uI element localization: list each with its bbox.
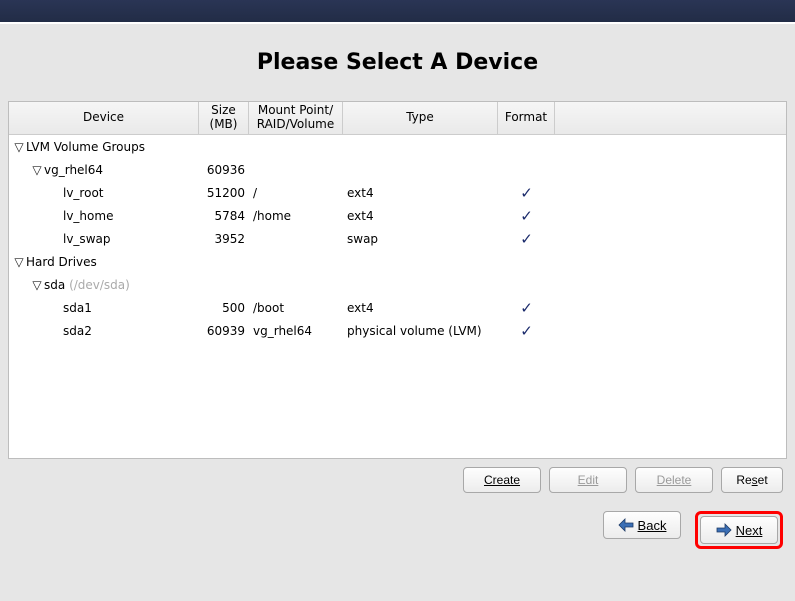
part-mount: /boot (249, 301, 343, 315)
col-mount[interactable]: Mount Point/ RAID/Volume (249, 102, 343, 134)
create-button[interactable]: Create (463, 467, 541, 493)
table-row[interactable]: sda2 60939 vg_rhel64 physical volume (LV… (9, 319, 786, 342)
col-size[interactable]: Size (MB) (199, 102, 249, 134)
format-check-icon: ✓ (498, 184, 555, 202)
part-type: physical volume (LVM) (343, 324, 498, 338)
part-name: sda2 (63, 324, 92, 338)
table-row[interactable]: sda1 500 /boot ext4 ✓ (9, 296, 786, 319)
next-button[interactable]: Next (700, 516, 778, 544)
page-title: Please Select A Device (8, 50, 787, 75)
expand-icon[interactable]: ▽ (31, 164, 43, 176)
col-device[interactable]: Device (9, 102, 199, 134)
group-row-lvm[interactable]: ▽ LVM Volume Groups (9, 135, 786, 158)
part-mount: vg_rhel64 (249, 324, 343, 338)
vg-row[interactable]: ▽ vg_rhel64 60936 (9, 158, 786, 181)
disk-row[interactable]: ▽ sda (/dev/sda) (9, 273, 786, 296)
window-top-band (0, 0, 795, 24)
vg-size: 60936 (199, 163, 249, 177)
lv-name: lv_swap (63, 232, 110, 246)
lv-mount: / (249, 186, 343, 200)
nav-bar: Back Next (0, 493, 795, 549)
lv-size: 51200 (199, 186, 249, 200)
table-row[interactable]: lv_home 5784 /home ext4 ✓ (9, 204, 786, 227)
delete-label: Delete (657, 473, 692, 487)
disk-path: (/dev/sda) (69, 278, 130, 292)
back-label: Back (638, 518, 667, 533)
part-type: ext4 (343, 301, 498, 315)
vg-name: vg_rhel64 (44, 163, 103, 177)
group-label: LVM Volume Groups (26, 140, 145, 154)
part-size: 500 (199, 301, 249, 315)
expand-icon[interactable]: ▽ (31, 279, 43, 291)
arrow-left-icon (618, 518, 634, 532)
lv-type: swap (343, 232, 498, 246)
reset-button[interactable]: Reset (721, 467, 783, 493)
lv-name: lv_root (63, 186, 104, 200)
expand-icon[interactable]: ▽ (13, 141, 25, 153)
reset-label: Reset (736, 473, 767, 487)
table-toolbar: Create Edit Delete Reset (8, 459, 787, 493)
format-check-icon: ✓ (498, 322, 555, 340)
format-check-icon: ✓ (498, 207, 555, 225)
device-table: Device Size (MB) Mount Point/ RAID/Volum… (8, 101, 787, 459)
col-format[interactable]: Format (498, 102, 555, 134)
create-label: Create (484, 473, 520, 487)
table-row[interactable]: lv_swap 3952 swap ✓ (9, 227, 786, 250)
part-size: 60939 (199, 324, 249, 338)
table-row[interactable]: lv_root 51200 / ext4 ✓ (9, 181, 786, 204)
back-button[interactable]: Back (603, 511, 681, 539)
group-label: Hard Drives (26, 255, 97, 269)
col-spacer (555, 102, 786, 134)
format-check-icon: ✓ (498, 230, 555, 248)
arrow-right-icon (716, 523, 732, 537)
lv-size: 5784 (199, 209, 249, 223)
format-check-icon: ✓ (498, 299, 555, 317)
table-body[interactable]: ▽ LVM Volume Groups ▽ vg_rhel64 60936 lv… (9, 135, 786, 458)
lv-type: ext4 (343, 209, 498, 223)
lv-name: lv_home (63, 209, 113, 223)
table-header-row: Device Size (MB) Mount Point/ RAID/Volum… (9, 102, 786, 135)
group-row-hd[interactable]: ▽ Hard Drives (9, 250, 786, 273)
edit-label: Edit (578, 473, 599, 487)
col-type[interactable]: Type (343, 102, 498, 134)
next-highlight: Next (695, 511, 783, 549)
expand-icon[interactable]: ▽ (13, 256, 25, 268)
lv-size: 3952 (199, 232, 249, 246)
disk-name: sda (44, 278, 65, 292)
lv-type: ext4 (343, 186, 498, 200)
lv-mount: /home (249, 209, 343, 223)
edit-button: Edit (549, 467, 627, 493)
part-name: sda1 (63, 301, 92, 315)
next-label: Next (736, 523, 763, 538)
delete-button: Delete (635, 467, 713, 493)
